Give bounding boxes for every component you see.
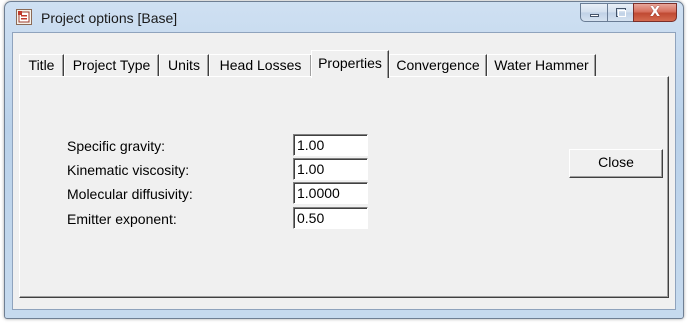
specific-gravity-input[interactable] [293,134,368,156]
window-title: Project options [Base] [41,10,178,26]
tab-title[interactable]: Title [19,54,64,76]
molecular-diffusivity-label: Molecular diffusivity: [67,186,193,202]
caption-buttons: X [580,3,677,23]
title-bar[interactable]: Project options [Base] X [5,2,683,32]
properties-panel: Specific gravity: Kinematic viscosity: M… [19,76,669,298]
tab-head-losses[interactable]: Head Losses [209,54,312,76]
maximize-icon [616,8,626,17]
kinematic-viscosity-input[interactable] [293,158,368,180]
window-close-button[interactable]: X [633,3,677,22]
tab-project-type[interactable]: Project Type [64,54,159,76]
tab-units[interactable]: Units [159,54,209,76]
maximize-button[interactable] [607,3,633,22]
tab-properties[interactable]: Properties [311,50,389,78]
tab-water-hammer[interactable]: Water Hammer [487,54,596,76]
specific-gravity-label: Specific gravity: [67,138,166,154]
close-icon: X [649,5,661,20]
minimize-icon [590,14,599,17]
close-button[interactable]: Close [569,149,663,178]
minimize-button[interactable] [580,3,607,22]
project-options-window: Project options [Base] X Title Project T… [4,1,684,319]
molecular-diffusivity-input[interactable] [293,182,368,204]
emitter-exponent-label: Emitter exponent: [67,211,177,227]
emitter-exponent-input[interactable] [293,207,368,229]
kinematic-viscosity-label: Kinematic viscosity: [67,162,190,178]
tab-convergence[interactable]: Convergence [389,54,487,76]
project-options-app-icon[interactable] [16,9,32,25]
dialog-client-area: Title Project Type Units Head Losses Con… [12,32,676,310]
